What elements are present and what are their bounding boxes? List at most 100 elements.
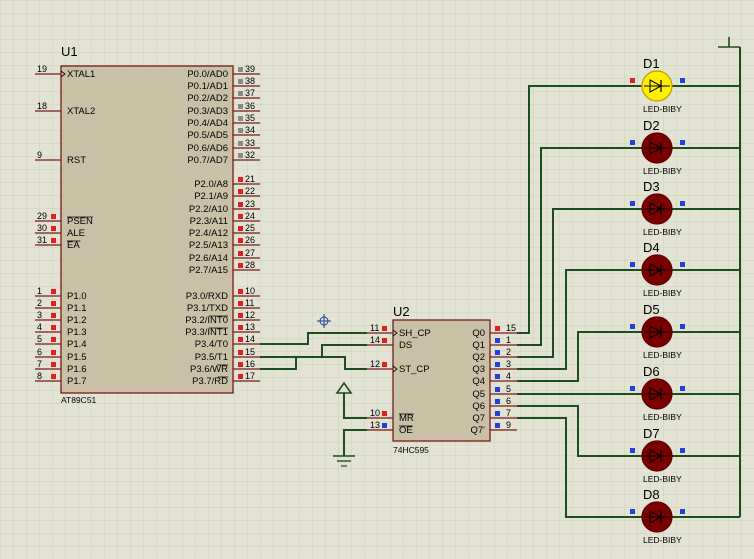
u1-microcontroller[interactable]: U1 AT89C51 19 XTAL118 XTAL29 RST29 PSEN30 ALE…: [35, 44, 260, 405]
pin-label: P3.2/INT0: [185, 315, 228, 326]
pin-number: 15: [245, 347, 255, 357]
pin-number: 6: [506, 396, 511, 406]
led-ref: D1: [643, 56, 660, 71]
pin-label: P3.6/WR: [190, 364, 228, 375]
pin-label: P1.6: [67, 364, 87, 375]
pin-number: 9: [506, 420, 511, 430]
pin-state-marker: [382, 423, 387, 428]
pin-state-marker: [51, 313, 56, 318]
pin-label: Q7: [472, 413, 485, 424]
pin-state-marker: [238, 214, 243, 219]
pin-state-marker: [495, 326, 500, 331]
pin-number: 24: [245, 211, 255, 221]
pin-number: 10: [245, 286, 255, 296]
pin-state-marker: [382, 362, 387, 367]
pin-number: 21: [245, 174, 255, 184]
schematic-canvas[interactable]: U1 AT89C51 19 XTAL118 XTAL29 RST29 PSEN30 ALE…: [0, 0, 754, 559]
pin-label: MR: [399, 413, 414, 424]
pin-state-marker: [495, 399, 500, 404]
led-ref: D8: [643, 487, 660, 502]
pin-label: P2.7/A15: [189, 265, 228, 276]
led-ref: D2: [643, 118, 660, 133]
pin-state-marker: [630, 386, 635, 391]
pin-number: 36: [245, 101, 255, 111]
pin-number: 25: [245, 223, 255, 233]
pin-state-marker: [630, 509, 635, 514]
pin-state-marker: [382, 326, 387, 331]
pin-number: 2: [37, 298, 42, 308]
pin-state-marker: [382, 411, 387, 416]
pin-label: Q0: [472, 328, 485, 339]
pin-label: P3.7/RD: [192, 376, 228, 387]
pin-label: P2.1/A9: [194, 191, 228, 202]
pin-number: 14: [370, 335, 380, 345]
pin-label: P2.3/A11: [190, 216, 228, 227]
pin-state-marker: [630, 262, 635, 267]
pin-label: P3.0/RXD: [186, 291, 228, 302]
pin-number: 39: [245, 64, 255, 74]
pin-state-marker: [630, 448, 635, 453]
u1-right-pins: 39 P0.0/AD0 38 P0.1/AD1 37 P0.2/AD2 36 P0.3/AD3…: [185, 64, 260, 387]
led-part: LED-BIBY: [643, 227, 682, 237]
pin-label: P3.1/TXD: [187, 303, 228, 314]
u2-ref: U2: [393, 304, 410, 319]
pin-state-marker: [51, 214, 56, 219]
pin-number: 8: [37, 371, 42, 381]
pin-label: Q5: [472, 389, 485, 400]
pin-label: P1.1: [67, 303, 87, 314]
pin-state-marker: [238, 337, 243, 342]
pin-label: P0.4/AD4: [187, 118, 228, 129]
pin-label: P1.3: [67, 327, 87, 338]
pin-number: 18: [37, 101, 47, 111]
pin-label: P1.0: [67, 291, 87, 302]
pin-state-marker: [238, 116, 243, 121]
pin-label: Q1: [472, 340, 485, 351]
pin-state-marker: [238, 238, 243, 243]
pin-state-marker: [238, 153, 243, 158]
pin-number: 12: [245, 310, 255, 320]
pin-state-marker: [238, 202, 243, 207]
pin-number: 2: [506, 347, 511, 357]
pin-state-marker: [238, 79, 243, 84]
pin-number: 9: [37, 150, 42, 160]
pin-number: 22: [245, 186, 255, 196]
pin-label: Q4: [472, 376, 485, 387]
pin-label: EA: [67, 240, 80, 251]
pin-state-marker: [238, 263, 243, 268]
pin-number: 33: [245, 138, 255, 148]
pin-label: RST: [67, 155, 86, 166]
pin-number: 3: [506, 359, 511, 369]
pin-number: 32: [245, 150, 255, 160]
pin-state-marker: [238, 128, 243, 133]
pin-label: Q6: [472, 401, 485, 412]
pin-number: 7: [37, 359, 42, 369]
pin-label: DS: [399, 340, 412, 351]
pin-number: 14: [245, 334, 255, 344]
pin-state-marker: [680, 448, 685, 453]
pin-label: OE: [399, 425, 413, 436]
pin-number: 34: [245, 125, 255, 135]
led-ref: D7: [643, 426, 660, 441]
pin-state-marker: [680, 509, 685, 514]
pin-number: 30: [37, 223, 47, 233]
pin-number: 7: [506, 408, 511, 418]
pin-state-marker: [382, 338, 387, 343]
pin-label: P2.2/A10: [189, 204, 228, 215]
pin-state-marker: [238, 189, 243, 194]
pin-label: XTAL2: [67, 106, 95, 117]
pin-number: 26: [245, 235, 255, 245]
led-part: LED-BIBY: [643, 535, 682, 545]
pin-state-marker: [630, 201, 635, 206]
pin-label: P3.4/T0: [195, 339, 228, 350]
pin-label: P0.3/AD3: [187, 106, 228, 117]
pin-number: 28: [245, 260, 255, 270]
led-part: LED-BIBY: [643, 288, 682, 298]
led-part: LED-BIBY: [643, 474, 682, 484]
pin-number: 13: [370, 420, 380, 430]
pin-label: P1.2: [67, 315, 87, 326]
pin-state-marker: [680, 386, 685, 391]
pin-label: P2.6/A14: [189, 253, 228, 264]
pin-state-marker: [630, 78, 635, 83]
pin-number: 23: [245, 199, 255, 209]
u1-ref: U1: [61, 44, 78, 59]
